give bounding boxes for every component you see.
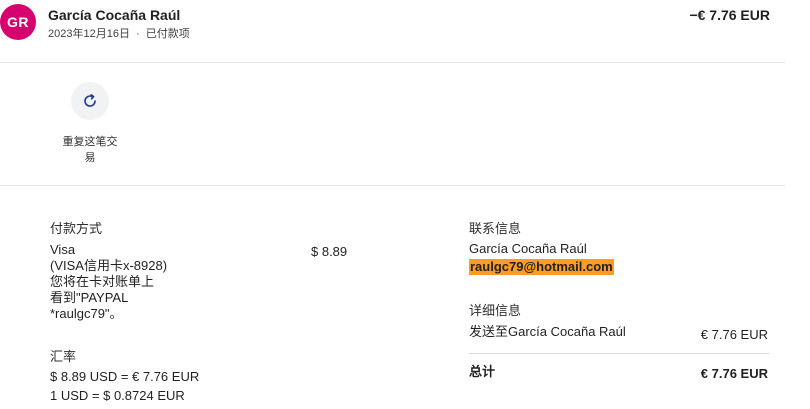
contact-email[interactable]: raulgc79@hotmail.com [469, 259, 614, 275]
total-label: 总计 [469, 364, 496, 379]
exchange-rate-heading: 汇率 [50, 349, 77, 364]
total-amount: € 7.76 EUR [700, 366, 768, 381]
payment-method-line: Visa [50, 242, 76, 257]
payment-method-line: 看到"PAYPAL [50, 290, 129, 305]
separator-dot: · [136, 28, 140, 40]
sent-to-label: 发送至García Cocaña Raúl [469, 324, 626, 339]
contact-name: García Cocaña Raúl [469, 241, 587, 256]
refresh-icon [84, 94, 96, 107]
payee-name: García Cocaña Raúl [48, 7, 181, 23]
avatar: GR [0, 4, 36, 40]
payment-method-line: 您将在卡对账单上 [50, 274, 155, 289]
divider [0, 62, 785, 63]
transaction-subline: 2023年12月16日 · 已付款项 [48, 25, 190, 41]
payment-method-line: (VISA信用卡x-8928) [50, 258, 168, 273]
total-divider [469, 353, 769, 354]
repeat-transaction-action[interactable]: 重复这笔交易 [52, 80, 128, 166]
payment-method-heading: 付款方式 [50, 221, 103, 236]
contact-info-heading: 联系信息 [469, 221, 522, 236]
transaction-header: GR García Cocaña Raúl 2023年12月16日 · 已付款项… [0, 0, 810, 62]
payment-amount: $ 8.89 [311, 244, 348, 259]
details-heading: 详细信息 [469, 303, 522, 318]
divider [0, 185, 785, 186]
repeat-transaction-label[interactable]: 重复这笔交易 [58, 134, 122, 166]
transaction-status: 已付款项 [145, 28, 190, 40]
exchange-rate-unit: 1 USD = $ 0.8724 EUR [50, 388, 185, 403]
sent-amount: € 7.76 EUR [700, 327, 768, 342]
transaction-amount: −€ 7.76 EUR [689, 7, 770, 23]
payment-method-details: Visa (VISA信用卡x-8928) 您将在卡对账单上 看到"PAYPAL … [50, 242, 225, 322]
repeat-transaction-button[interactable] [71, 82, 109, 120]
transaction-date: 2023年12月16日 [48, 28, 130, 40]
exchange-rate-conversion: $ 8.89 USD = € 7.76 EUR [50, 369, 200, 384]
payment-method-line: *raulgc79"。 [50, 306, 123, 321]
